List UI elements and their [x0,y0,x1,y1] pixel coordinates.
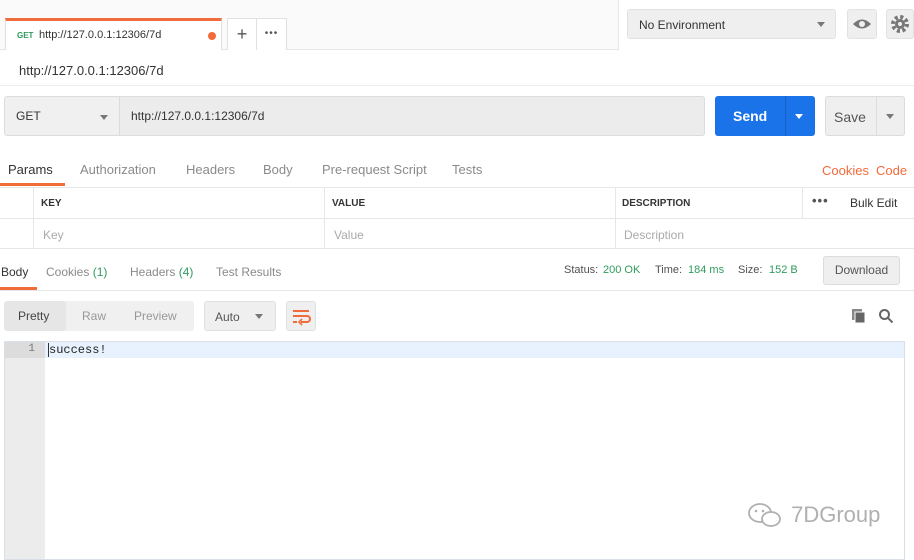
time-value: 184 ms [688,264,725,276]
chevron-down-icon [255,314,263,319]
format-label: Auto [215,310,240,324]
cookies-link[interactable]: Cookies [822,163,869,178]
active-tab-indicator [0,287,37,290]
response-tab-test-results[interactable]: Test Results [216,265,281,279]
send-button[interactable]: Send [715,96,815,136]
value-column [325,188,616,248]
environment-quick-look-button[interactable] [847,9,877,39]
description-input[interactable]: Description [624,228,684,242]
chevron-down-icon [100,115,108,120]
divider [618,0,619,50]
search-icon [879,309,894,324]
environment-select[interactable]: No Environment [627,9,836,39]
key-column [34,188,325,248]
divider [876,97,877,135]
eye-icon [853,19,871,29]
headers-count: (4) [178,265,194,279]
line-gutter [5,342,45,559]
copy-icon [852,309,866,324]
request-tab[interactable]: GET http://127.0.0.1:12306/7d [5,18,222,50]
watermark-text: 7DGroup [791,502,881,528]
response-tab-cookies[interactable]: Cookies (1) [46,265,107,279]
status-value: 200 OK [603,264,641,276]
code-link[interactable]: Code [876,163,907,178]
save-label: Save [834,109,866,125]
size-value: 152 B [769,264,798,276]
send-label: Send [733,108,768,124]
tab-headers[interactable]: Headers [186,162,235,177]
url-input[interactable]: http://127.0.0.1:12306/7d [119,96,705,136]
request-title: http://127.0.0.1:12306/7d [19,63,164,78]
wrap-lines-icon [293,310,311,326]
key-header: KEY [41,198,62,209]
new-tab-button[interactable]: + [227,18,257,50]
download-button[interactable]: Download [823,256,900,285]
tab-method: GET [17,31,34,40]
tab-url: http://127.0.0.1:12306/7d [39,29,162,41]
tab-options-button[interactable]: ••• [256,18,287,50]
divider [785,96,786,136]
method-select[interactable]: GET [4,96,120,136]
search-button[interactable] [878,308,894,327]
params-table: KEY VALUE DESCRIPTION ••• Bulk Edit Key … [0,187,914,249]
wrap-lines-button[interactable] [286,301,316,331]
tab-pre-request-script[interactable]: Pre-request Script [322,162,427,177]
tab-authorization[interactable]: Authorization [80,162,156,177]
raw-button[interactable]: Raw [82,309,106,323]
watermark: 7DGroup [745,501,880,529]
response-tab-body[interactable]: Body [1,265,28,279]
preview-button[interactable]: Preview [134,309,177,323]
pretty-button[interactable]: Pretty [18,309,49,323]
value-header: VALUE [332,198,366,209]
active-line [45,342,904,358]
status-label: Status: [564,264,599,276]
method-label: GET [16,109,41,123]
response-text: success! [49,343,107,357]
divider [0,85,914,86]
cookies-count: (1) [92,265,108,279]
bulk-edit-link[interactable]: Bulk Edit [850,196,897,210]
tab-tests[interactable]: Tests [452,162,482,177]
copy-button[interactable] [851,308,867,327]
environment-label: No Environment [639,18,726,32]
tab-params[interactable]: Params [8,162,53,177]
chevron-down-icon[interactable] [886,114,894,119]
view-mode-segmented: Pretty Raw Preview [4,301,194,331]
format-select[interactable]: Auto [204,301,276,331]
response-tab-headers[interactable]: Headers (4) [130,265,193,279]
headers-label: Headers [130,265,176,279]
chevron-down-icon [817,22,825,27]
chevron-down-icon[interactable] [795,114,803,119]
size-label: Size: [738,264,763,276]
save-button[interactable]: Save [825,96,905,136]
value-input[interactable]: Value [334,228,364,242]
cookies-label: Cookies [46,265,90,279]
active-tab-indicator [0,183,65,186]
more-options-icon[interactable]: ••• [812,193,829,208]
unsaved-dot-icon [208,32,216,40]
manage-environments-button[interactable] [886,9,914,39]
description-header: DESCRIPTION [622,198,691,209]
wechat-icon [748,503,781,528]
line-number: 1 [28,343,35,355]
tab-body[interactable]: Body [263,162,293,177]
url-value: http://127.0.0.1:12306/7d [131,109,265,123]
divider [802,188,803,218]
gear-icon [891,15,909,33]
time-label: Time: [655,264,683,276]
key-input[interactable]: Key [43,228,64,242]
